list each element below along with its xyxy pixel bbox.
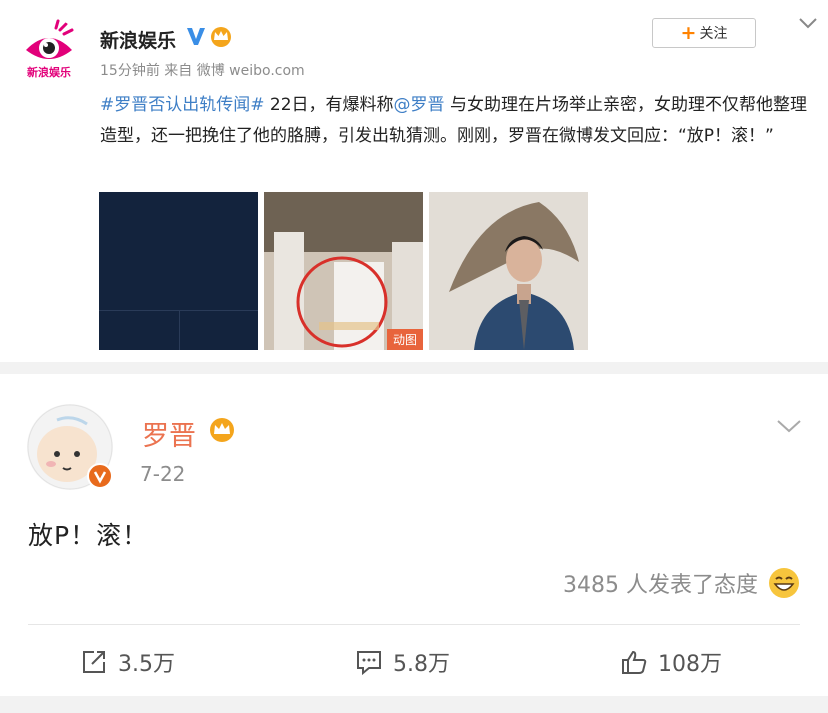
feed-bottom-gap [0, 696, 828, 713]
attitude-count: 3485 人发表了态度 [563, 573, 758, 598]
comment-icon [357, 651, 381, 676]
post-body: 放P！滚！ [28, 521, 149, 550]
weibo-post-sina-ent: 新浪娱乐 新浪娱乐 15分钟前 来自 微博 weibo.com + 关注 #罗晋… [0, 0, 828, 362]
comment-button[interactable]: 5.8万 [355, 640, 450, 684]
image-grid: 动图 [99, 192, 588, 350]
gif-tag: 动图 [386, 329, 423, 350]
divider [28, 624, 800, 625]
share-count: 3.5万 [118, 652, 175, 677]
hashtag-link[interactable]: #罗晋否认出轨传闻# [100, 95, 265, 115]
sina-eye-logo-icon: 新浪娱乐 [17, 19, 81, 83]
vip-crown-icon [210, 418, 234, 442]
follow-label: 关注 [699, 26, 728, 42]
laughing-emoji-icon [769, 568, 799, 598]
post-author-name[interactable]: 罗晋 [142, 414, 196, 453]
weibo-post-luojin: 罗晋 7-22 放P！滚！ 3485 人发表了态度 3.5万 5.8万 108万 [0, 374, 828, 713]
post-image-3[interactable] [429, 192, 588, 350]
verified-v-icon [187, 28, 205, 45]
share-icon [83, 651, 105, 673]
post-body: #罗晋否认出轨传闻# 22日，有爆料称@罗晋 与女助理在片场举止亲密，女助理不仅… [100, 90, 808, 152]
post-action-bar: 3.5万 5.8万 108万 [0, 640, 828, 684]
plus-icon: + [680, 21, 697, 44]
verified-badge-icon [87, 463, 113, 489]
post-author-name[interactable]: 新浪娱乐 [100, 26, 176, 53]
avatar-logo-text: 新浪娱乐 [27, 65, 71, 79]
post-date: 7-22 [140, 462, 186, 486]
follow-button[interactable]: + 关注 [652, 18, 756, 48]
post-image-2-gif[interactable]: 动图 [264, 192, 423, 350]
post-meta: 15分钟前 来自 微博 weibo.com [100, 63, 305, 79]
attitude-summary[interactable]: 3485 人发表了态度 [563, 567, 800, 599]
feed-separator [0, 362, 828, 374]
post-image-1[interactable] [99, 192, 258, 350]
chevron-down-icon[interactable] [798, 16, 818, 30]
share-button[interactable]: 3.5万 [80, 640, 175, 684]
like-button[interactable]: 108万 [620, 640, 722, 684]
post-text-a: 22日，有爆料称 [264, 95, 394, 115]
mention-link[interactable]: @罗晋 [394, 95, 445, 115]
comment-count: 5.8万 [393, 652, 450, 677]
sina-ent-avatar[interactable]: 新浪娱乐 [16, 18, 82, 84]
like-count: 108万 [658, 652, 722, 677]
chevron-down-icon[interactable] [776, 418, 802, 434]
vip-crown-icon [211, 27, 231, 47]
thumbs-up-icon [622, 650, 647, 674]
